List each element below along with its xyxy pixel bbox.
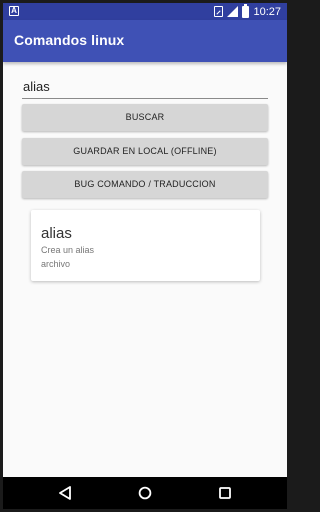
result-extra: archivo <box>41 259 71 269</box>
result-card[interactable]: alias Crea un alias archivo <box>31 210 260 281</box>
back-icon <box>59 486 71 500</box>
recent-apps-button[interactable] <box>205 477 245 509</box>
buscar-button[interactable]: BUSCAR <box>22 104 268 131</box>
notification-icon: A <box>9 6 19 16</box>
battery-icon <box>242 3 250 18</box>
recent-apps-icon <box>219 487 231 499</box>
app-bar: Comandos linux <box>3 20 287 62</box>
home-icon <box>138 486 152 500</box>
home-button[interactable] <box>125 477 165 509</box>
result-title: alias <box>41 225 72 242</box>
search-input[interactable] <box>22 75 268 99</box>
back-button[interactable] <box>45 477 85 509</box>
result-description: Crea un alias <box>41 245 95 255</box>
no-sim-icon <box>214 6 224 17</box>
device-screen: A 10:27 Comandos linux BUSCAR GUARDAR EN… <box>3 3 287 509</box>
navigation-bar <box>3 477 287 509</box>
status-bar: A 10:27 <box>3 3 287 20</box>
bug-report-button[interactable]: BUG COMANDO / TRADUCCION <box>22 171 268 198</box>
app-title: Comandos linux <box>14 32 125 48</box>
signal-icon <box>227 6 239 17</box>
guardar-offline-button[interactable]: GUARDAR EN LOCAL (OFFLINE) <box>22 138 268 165</box>
status-time: 10:27 <box>253 5 281 18</box>
status-icons: 10:27 <box>214 3 281 20</box>
